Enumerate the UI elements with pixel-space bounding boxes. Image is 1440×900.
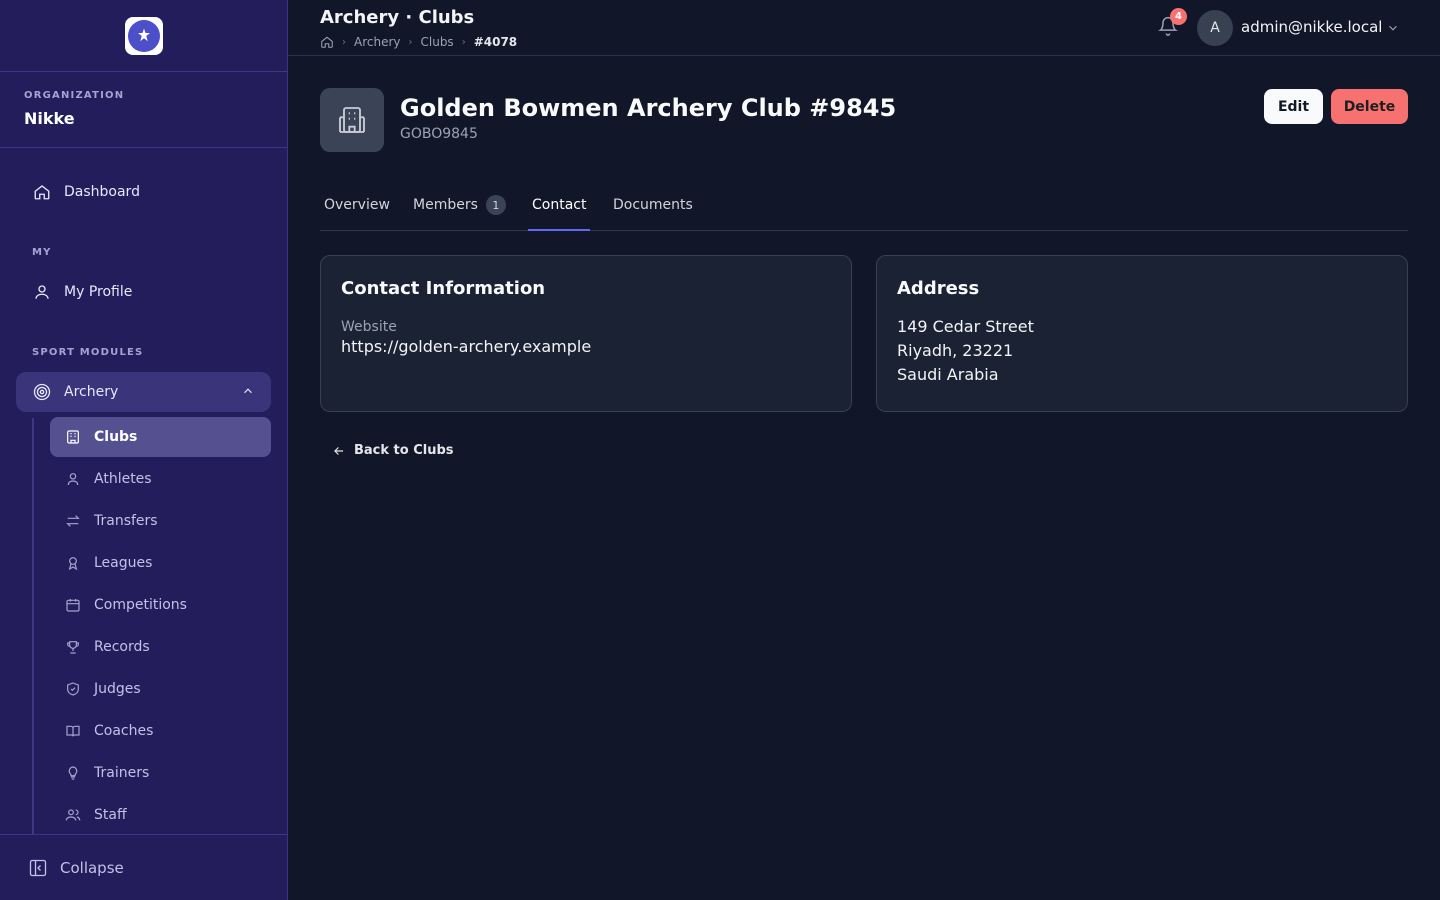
tab-bar: Overview Members 1 Contact Documents [320, 180, 1408, 231]
tab-members[interactable]: Members 1 [409, 180, 510, 230]
address-line: 149 Cedar Street [897, 317, 1034, 336]
sidebar-sub-label: Judges [94, 681, 141, 697]
sidebar-item-judges[interactable]: Judges [50, 669, 271, 709]
users-icon [64, 806, 82, 824]
chevron-right-icon: › [461, 36, 466, 48]
sidebar-item-label: Dashboard [64, 184, 140, 200]
page-title: Archery · Clubs [320, 7, 475, 28]
trophy-icon [64, 638, 82, 656]
sidebar-item-dashboard[interactable]: Dashboard [16, 172, 271, 212]
card-title: Contact Information [341, 278, 546, 299]
sidebar-collapse-icon [28, 858, 48, 878]
shield-icon [64, 680, 82, 698]
sidebar-item-clubs[interactable]: Clubs [50, 417, 271, 457]
arrows-left-right-icon [64, 512, 82, 530]
logo-area [0, 0, 287, 72]
book-open-icon [64, 722, 82, 740]
award-icon [64, 554, 82, 572]
sidebar-sub-label: Clubs [94, 429, 138, 445]
home-icon [32, 182, 52, 202]
sidebar-sub-label: Trainers [94, 765, 150, 781]
club-building-icon [320, 88, 384, 152]
user-email[interactable]: admin@nikke.local [1241, 18, 1382, 36]
notification-count-badge: 4 [1170, 8, 1187, 25]
top-header: Archery · Clubs › Archery › Clubs › #407… [288, 0, 1440, 56]
address-card: Address 149 Cedar Street Riyadh, 23221 S… [876, 255, 1408, 412]
target-icon [32, 382, 52, 402]
tab-overview[interactable]: Overview [320, 180, 394, 230]
tab-documents[interactable]: Documents [609, 180, 697, 230]
sidebar-item-coaches[interactable]: Coaches [50, 711, 271, 751]
sidebar-item-transfers[interactable]: Transfers [50, 501, 271, 541]
tab-label: Contact [532, 196, 587, 213]
club-code: GOBO9845 [400, 126, 478, 142]
section-label-sport-modules: SPORT MODULES [32, 347, 144, 358]
edit-button[interactable]: Edit [1264, 89, 1323, 124]
chevron-down-icon[interactable] [1386, 20, 1400, 39]
sidebar-item-trainers[interactable]: Trainers [50, 753, 271, 793]
organization-block: ORGANIZATION Nikke [0, 72, 287, 148]
sidebar-sub-label: Staff [94, 807, 127, 823]
address-block: 149 Cedar Street Riyadh, 23221 Saudi Ara… [897, 315, 1387, 387]
home-icon[interactable] [320, 35, 334, 49]
back-to-clubs-link[interactable]: Back to Clubs [332, 443, 454, 458]
sidebar-item-label: My Profile [64, 284, 133, 300]
club-name: Golden Bowmen Archery Club #9845 [400, 94, 897, 122]
sidebar-sub-label: Leagues [94, 555, 153, 571]
user-icon [32, 282, 52, 302]
delete-button[interactable]: Delete [1331, 89, 1408, 124]
breadcrumb: › Archery › Clubs › #4078 [320, 35, 517, 49]
user-icon [64, 470, 82, 488]
members-count-badge: 1 [485, 195, 506, 215]
sidebar-item-athletes[interactable]: Athletes [50, 459, 271, 499]
sidebar-sub-label: Competitions [94, 597, 187, 613]
sidebar-item-my-profile[interactable]: My Profile [16, 272, 271, 312]
logo-icon [127, 19, 160, 52]
sidebar-item-competitions[interactable]: Competitions [50, 585, 271, 625]
organization-name: Nikke [24, 109, 75, 128]
collapse-sidebar-button[interactable]: Collapse [0, 834, 287, 900]
breadcrumb-current: #4078 [473, 35, 518, 49]
contact-information-card: Contact Information Website https://gold… [320, 255, 852, 412]
website-label: Website [341, 319, 397, 335]
collapse-label: Collapse [60, 858, 124, 877]
sidebar-sub-label: Athletes [94, 471, 152, 487]
tab-label: Documents [613, 197, 693, 213]
submenu-guide-line [32, 418, 34, 834]
tab-label: Members [413, 197, 478, 213]
sidebar-sub-label: Records [94, 639, 150, 655]
chevron-up-icon [241, 384, 255, 402]
app-logo[interactable] [124, 16, 163, 55]
building-icon [64, 428, 82, 446]
chevron-right-icon: › [408, 36, 413, 48]
sidebar-item-records[interactable]: Records [50, 627, 271, 667]
breadcrumb-archery[interactable]: Archery [354, 35, 401, 49]
breadcrumb-clubs[interactable]: Clubs [421, 35, 454, 49]
address-line: Riyadh, 23221 [897, 341, 1014, 360]
avatar[interactable]: A [1197, 10, 1233, 46]
lightbulb-icon [64, 764, 82, 782]
sidebar-item-archery[interactable]: Archery [16, 372, 271, 412]
organization-label: ORGANIZATION [24, 90, 125, 101]
website-value[interactable]: https://golden-archery.example [341, 337, 831, 356]
sidebar-item-leagues[interactable]: Leagues [50, 543, 271, 583]
card-title: Address [897, 278, 980, 299]
back-label: Back to Clubs [354, 443, 454, 458]
tab-label: Overview [324, 197, 390, 213]
arrow-left-icon [332, 444, 346, 458]
sidebar: ORGANIZATION Nikke Dashboard MY My Profi… [0, 0, 288, 900]
address-line: Saudi Arabia [897, 365, 999, 384]
section-label-my: MY [32, 247, 52, 258]
calendar-icon [64, 596, 82, 614]
chevron-right-icon: › [342, 36, 346, 48]
sidebar-item-label: Archery [64, 384, 119, 400]
sidebar-sub-label: Coaches [94, 723, 154, 739]
sidebar-sub-label: Transfers [94, 513, 158, 529]
tab-contact[interactable]: Contact [528, 180, 591, 231]
sidebar-item-staff[interactable]: Staff [50, 795, 271, 835]
